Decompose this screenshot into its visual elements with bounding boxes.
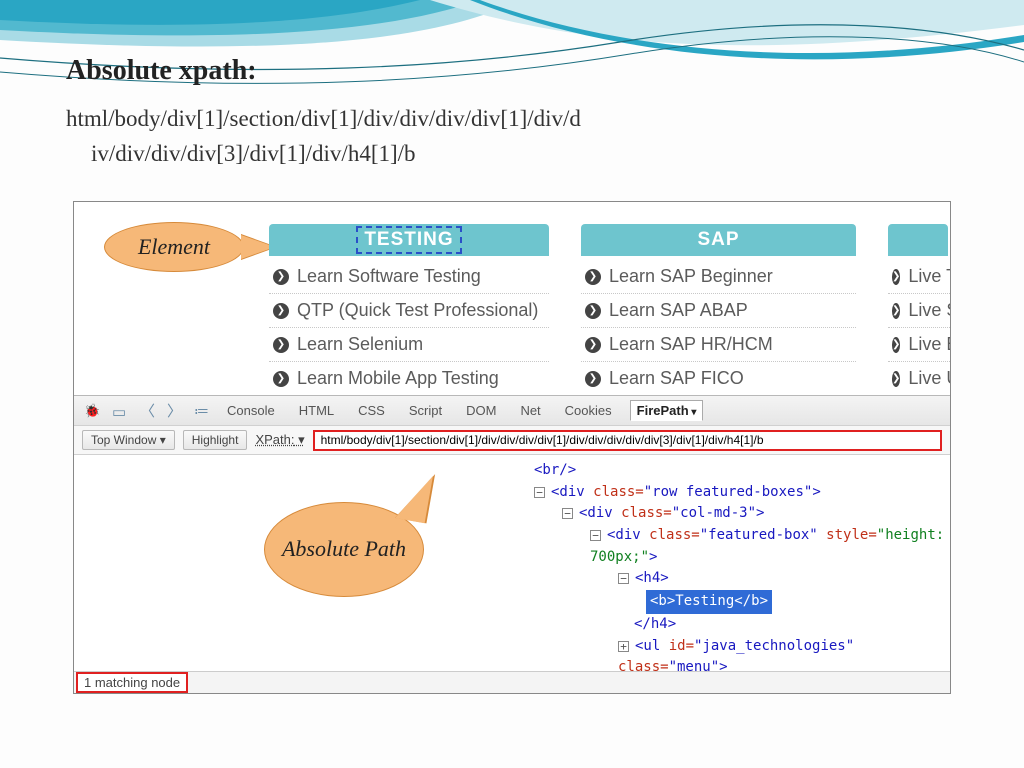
chevron-icon: ❯ [585,269,601,285]
status-bar: 1 matching node [74,671,950,693]
header-testing[interactable]: TESTING [269,224,549,256]
absolute-path-callout: Absolute Path [264,502,424,597]
xpath-toolbar: Top Window ▾ Highlight XPath: ▾ [74,425,950,455]
devtools-tabbar: 🐞 ▭ 〈 〉 ≔ Console HTML CSS Script DOM Ne… [74,395,950,425]
list-item[interactable]: ❯Live Test [888,260,951,294]
tab-firepath[interactable]: FirePath [630,400,704,421]
sap-list: ❯Learn SAP Beginner ❯Learn SAP ABAP ❯Lea… [581,260,856,395]
nav-forward-icon[interactable]: 〉 [167,400,182,421]
matching-node-count: 1 matching node [76,672,188,693]
chevron-icon: ❯ [273,303,289,319]
list-item[interactable]: ❯Live Eco [888,328,951,362]
tab-html[interactable]: HTML [293,401,340,420]
chevron-icon: ❯ [273,371,289,387]
xpath-input[interactable] [313,430,942,451]
third-list: ❯Live Test ❯Live Sele ❯Live Eco ❯Live UF… [888,260,951,395]
slide-title: Absolute xpath: [66,55,958,87]
chevron-icon: ❯ [892,371,900,387]
list-item[interactable]: ❯Live UFT [888,362,951,395]
chevron-icon: ❯ [892,269,900,285]
tab-net[interactable]: Net [514,401,546,420]
tab-css[interactable]: CSS [352,401,391,420]
header-third[interactable] [888,224,948,256]
column-headers: TESTING SAP [269,224,948,256]
list-item[interactable]: ❯Learn SAP ABAP [581,294,856,328]
nav-back-icon[interactable]: 〈 [140,400,155,421]
element-callout: Element [104,222,244,272]
chevron-icon: ❯ [273,269,289,285]
tab-cookies[interactable]: Cookies [559,401,618,420]
list-item[interactable]: ❯Learn SAP HR/HCM [581,328,856,362]
xpath-label: XPath: ▾ [255,432,304,448]
list-item[interactable]: ❯Learn Selenium [269,328,549,362]
collapse-icon[interactable]: − [618,573,629,584]
collapse-icon[interactable]: − [562,508,573,519]
list-item[interactable]: ❯Learn Mobile App Testing [269,362,549,395]
html-source-tree[interactable]: <br/> −<div class="row featured-boxes"> … [74,460,950,669]
header-sap[interactable]: SAP [581,224,856,256]
top-window-dropdown[interactable]: Top Window ▾ [82,430,175,450]
xpath-example-text: html/body/div[1]/section/div[1]/div/div/… [66,102,958,171]
xpath-line1: html/body/div[1]/section/div[1]/div/div/… [66,102,958,137]
lines-icon[interactable]: ≔ [194,402,209,420]
tab-console[interactable]: Console [221,401,281,420]
testing-list: ❯Learn Software Testing ❯QTP (Quick Test… [269,260,549,395]
chevron-icon: ❯ [585,337,601,353]
tab-dom[interactable]: DOM [460,401,502,420]
list-item[interactable]: ❯Learn Software Testing [269,260,549,294]
list-item[interactable]: ❯QTP (Quick Test Professional) [269,294,549,328]
expand-icon[interactable]: + [618,641,629,652]
chevron-icon: ❯ [585,371,601,387]
list-item[interactable]: ❯Learn SAP FICO [581,362,856,395]
highlighted-node[interactable]: <b>Testing</b> [646,590,772,614]
inspect-icon[interactable]: ▭ [112,403,128,419]
list-item[interactable]: ❯Learn SAP Beginner [581,260,856,294]
tab-script[interactable]: Script [403,401,448,420]
screenshot-frame: Element TESTING SAP ❯Learn Software Test… [73,201,951,694]
firebug-icon[interactable]: 🐞 [84,403,100,419]
chevron-icon: ❯ [892,303,900,319]
xpath-line2: iv/div/div/div[3]/div[1]/div/h4[1]/b [66,137,958,172]
collapse-icon[interactable]: − [590,530,601,541]
chevron-icon: ❯ [585,303,601,319]
list-item[interactable]: ❯Live Sele [888,294,951,328]
chevron-icon: ❯ [273,337,289,353]
collapse-icon[interactable]: − [534,487,545,498]
highlight-button[interactable]: Highlight [183,430,248,450]
chevron-icon: ❯ [892,337,900,353]
